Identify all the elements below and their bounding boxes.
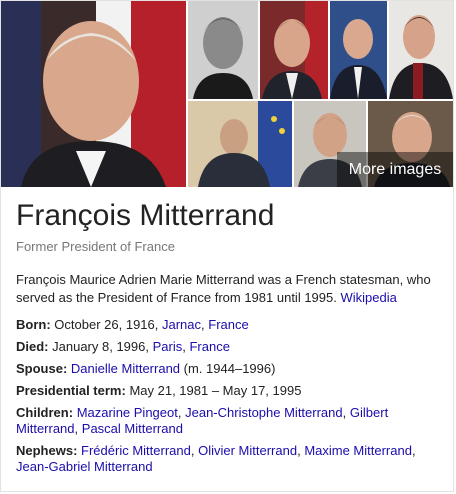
nephew-link-maxime[interactable]: Maxime Mitterrand xyxy=(304,443,412,458)
thumbnail-image-2[interactable] xyxy=(260,1,328,99)
facts-list: Born: October 26, 1916, Jarnac, France D… xyxy=(16,314,441,475)
nephew-link-jean-gabriel[interactable]: Jean-Gabriel Mitterrand xyxy=(16,459,153,474)
fact-died-link-france[interactable]: France xyxy=(189,339,229,354)
main-portrait-image[interactable] xyxy=(1,1,186,187)
fact-born: Born: October 26, 1916, Jarnac, France xyxy=(16,317,249,332)
knowledge-panel: More images François Mitterrand Former P… xyxy=(0,0,454,492)
thumbnail-image-4[interactable] xyxy=(389,1,453,99)
fact-spouse-label: Spouse: xyxy=(16,361,68,376)
child-link-jean-christophe[interactable]: Jean-Christophe Mitterrand xyxy=(185,405,343,420)
fact-children-label: Children: xyxy=(16,405,74,420)
nephew-link-frederic[interactable]: Frédéric Mitterrand xyxy=(81,443,191,458)
fact-spouse-link[interactable]: Danielle Mitterrand xyxy=(71,361,180,376)
fact-died-value: January 8, 1996, xyxy=(52,339,149,354)
entity-title: François Mitterrand xyxy=(16,199,275,232)
fact-presidential-term: Presidential term: May 21, 1981 – May 17… xyxy=(16,383,441,399)
fact-nephews: Nephews: Frédéric Mitterrand, Olivier Mi… xyxy=(16,443,416,474)
thumbnail-image-1[interactable] xyxy=(188,1,258,99)
image-strip: More images xyxy=(1,1,453,187)
fact-term-value: May 21, 1981 – May 17, 1995 xyxy=(129,383,302,398)
nephew-link-olivier[interactable]: Olivier Mitterrand xyxy=(198,443,297,458)
wikipedia-link[interactable]: Wikipedia xyxy=(340,290,396,305)
fact-died: Died: January 8, 1996, Paris, France xyxy=(16,339,230,354)
fact-born-value: October 26, 1916, xyxy=(54,317,159,332)
entity-subtitle: Former President of France xyxy=(16,239,175,254)
fact-died-label: Died: xyxy=(16,339,49,354)
fact-term-label: Presidential term: xyxy=(16,383,126,398)
child-link-mazarine[interactable]: Mazarine Pingeot xyxy=(77,405,178,420)
child-link-pascal[interactable]: Pascal Mitterrand xyxy=(82,421,183,436)
fact-children: Children: Mazarine Pingeot, Jean-Christo… xyxy=(16,405,389,436)
thumbnail-image-5[interactable] xyxy=(188,101,292,187)
fact-born-link-jarnac[interactable]: Jarnac xyxy=(162,317,201,332)
fact-nephews-label: Nephews: xyxy=(16,443,78,458)
fact-born-label: Born: xyxy=(16,317,51,332)
thumbnail-image-3[interactable] xyxy=(330,1,387,99)
more-images-button[interactable]: More images xyxy=(337,152,453,187)
entity-description: François Maurice Adrien Marie Mitterrand… xyxy=(16,271,436,307)
fact-spouse: Spouse: Danielle Mitterrand (m. 1944–199… xyxy=(16,361,441,377)
fact-born-link-france[interactable]: France xyxy=(208,317,248,332)
fact-died-link-paris[interactable]: Paris xyxy=(153,339,183,354)
fact-spouse-suffix: (m. 1944–1996) xyxy=(183,361,276,376)
